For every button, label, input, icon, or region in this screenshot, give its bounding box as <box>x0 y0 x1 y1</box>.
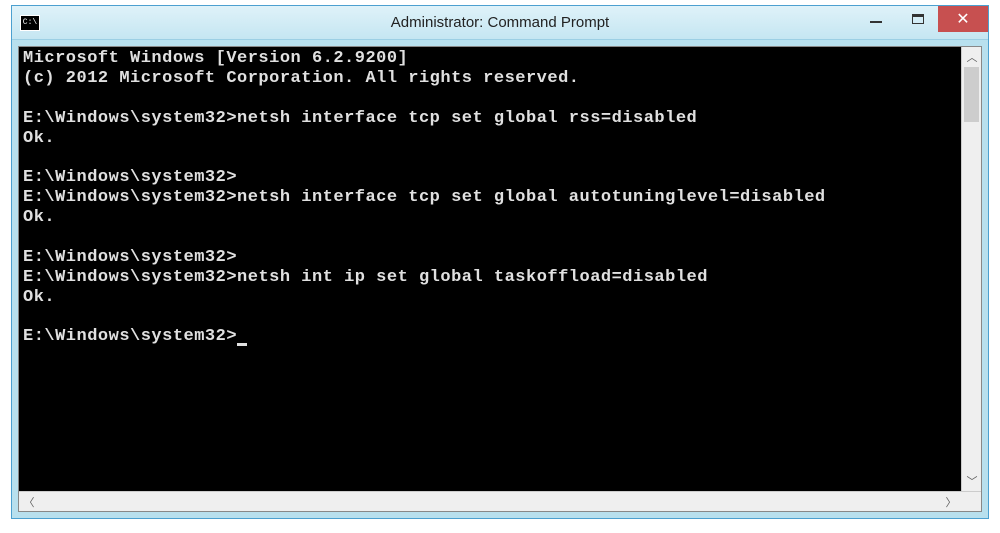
maximize-button[interactable] <box>898 6 938 32</box>
console-header-line: (c) 2012 Microsoft Corporation. All righ… <box>23 69 957 89</box>
command: netsh interface tcp set global rss=disab… <box>237 109 697 128</box>
prompt: E:\Windows\system32> <box>23 327 237 346</box>
text-cursor <box>237 343 247 346</box>
current-prompt-line: E:\Windows\system32> <box>23 327 957 347</box>
window-title: Administrator: Command Prompt <box>391 14 609 31</box>
blank-line <box>23 148 957 168</box>
console-line: E:\Windows\system32>netsh interface tcp … <box>23 188 957 208</box>
scroll-left-button[interactable]: 〈 <box>19 492 39 512</box>
command: netsh int ip set global taskoffload=disa… <box>237 268 708 287</box>
console-header-line: Microsoft Windows [Version 6.2.9200] <box>23 49 957 69</box>
chevron-down-icon: ﹀ <box>967 473 978 489</box>
maximize-icon <box>912 14 924 24</box>
scroll-right-button[interactable]: 〉 <box>941 492 961 512</box>
blank-line <box>23 89 957 109</box>
scroll-track-horizontal[interactable] <box>39 492 941 511</box>
minimize-icon <box>870 21 882 23</box>
minimize-button[interactable] <box>854 6 898 32</box>
command: netsh interface tcp set global autotunin… <box>237 188 826 207</box>
prompt: E:\Windows\system32> <box>23 109 237 128</box>
prompt: E:\Windows\system32> <box>23 248 237 267</box>
scroll-up-button[interactable]: ︿ <box>962 47 981 67</box>
chevron-right-icon: 〉 <box>946 494 957 510</box>
scrollbar-corner <box>961 492 981 512</box>
console-wrapper: Microsoft Windows [Version 6.2.9200](c) … <box>18 46 982 512</box>
titlebar[interactable]: C:\ Administrator: Command Prompt ✕ <box>12 6 988 40</box>
scroll-down-button[interactable]: ﹀ <box>962 471 981 491</box>
scroll-thumb-vertical[interactable] <box>964 67 979 122</box>
app-icon-label: C:\ <box>23 19 37 27</box>
console-line: E:\Windows\system32> <box>23 168 957 188</box>
scroll-track-vertical[interactable] <box>962 67 981 471</box>
prompt: E:\Windows\system32> <box>23 268 237 287</box>
output-line: Ok. <box>23 208 957 228</box>
output-line: Ok. <box>23 129 957 149</box>
app-icon: C:\ <box>20 15 40 31</box>
vertical-scrollbar[interactable]: ︿ ﹀ <box>961 47 981 491</box>
prompt: E:\Windows\system32> <box>23 188 237 207</box>
console-line: E:\Windows\system32>netsh interface tcp … <box>23 109 957 129</box>
console-line: E:\Windows\system32>netsh int ip set glo… <box>23 268 957 288</box>
blank-line <box>23 307 957 327</box>
chevron-up-icon: ︿ <box>967 49 978 65</box>
horizontal-scrollbar[interactable]: 〈 〉 <box>19 491 981 511</box>
console-content-area: Microsoft Windows [Version 6.2.9200](c) … <box>19 47 981 491</box>
close-button[interactable]: ✕ <box>938 6 988 32</box>
chevron-left-icon: 〈 <box>24 494 35 510</box>
blank-line <box>23 228 957 248</box>
window-controls: ✕ <box>854 6 988 32</box>
console-output[interactable]: Microsoft Windows [Version 6.2.9200](c) … <box>19 47 961 491</box>
close-icon: ✕ <box>956 9 969 29</box>
prompt: E:\Windows\system32> <box>23 168 237 187</box>
output-line: Ok. <box>23 288 957 308</box>
client-area: Microsoft Windows [Version 6.2.9200](c) … <box>12 40 988 518</box>
console-line: E:\Windows\system32> <box>23 248 957 268</box>
command-prompt-window: C:\ Administrator: Command Prompt ✕ Micr… <box>11 5 989 519</box>
